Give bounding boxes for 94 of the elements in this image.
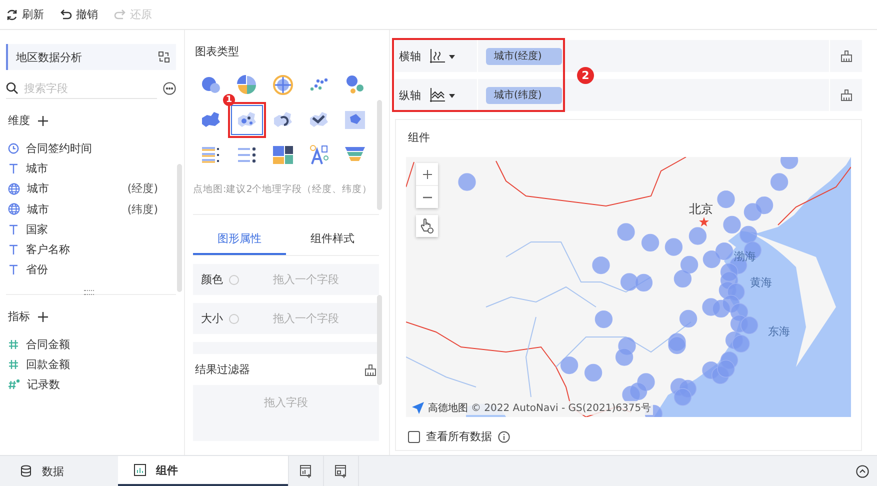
sea-label: 黄海	[750, 275, 772, 290]
navigation-arrow-icon	[411, 401, 425, 415]
broom-icon[interactable]	[364, 364, 377, 376]
refresh-icon	[6, 8, 18, 20]
resize-handle[interactable]	[84, 290, 94, 296]
map-view[interactable]: 北京 渤海 黄海 东海 高德地图 © 2022 AutoNavi - GS(2021)6375号	[406, 157, 851, 417]
switch-icon[interactable]	[158, 51, 170, 63]
field-name[interactable]: 回款金额	[26, 357, 158, 372]
broom-icon[interactable]	[840, 50, 852, 62]
pointer-tool-button[interactable]	[416, 215, 438, 237]
field-name[interactable]: 城市	[26, 160, 158, 176]
text-type-icon	[8, 162, 19, 174]
drop-hint: 拖入字段	[264, 396, 308, 409]
add-icon[interactable]	[38, 312, 48, 322]
clock-icon	[8, 142, 19, 154]
add-widget-icon	[334, 464, 348, 478]
property-tab[interactable]: 组件样式	[286, 225, 379, 253]
capital-star-icon	[699, 217, 709, 227]
undo-button[interactable]: 撤销	[60, 7, 98, 22]
point-map-icon[interactable]	[231, 105, 263, 135]
search-icon	[6, 82, 18, 94]
field-name[interactable]: 记录数	[27, 377, 158, 392]
property-label: 颜色	[201, 272, 223, 287]
dataset-title: 地区数据分析	[16, 50, 82, 64]
section-title: 指标	[8, 309, 30, 324]
globe-icon	[8, 203, 20, 216]
field-name[interactable]: 城市	[27, 202, 120, 217]
drop-hint: 拖入一个字段	[273, 272, 339, 287]
axis-label: 纵轴	[398, 88, 422, 102]
more-icon[interactable]	[163, 82, 176, 95]
database-icon	[20, 465, 32, 477]
map-provider: 高德地图	[428, 402, 468, 415]
chart-hint: 点地图:建议2个地理字段（经度、纬度）	[193, 183, 374, 196]
sea-label: 东海	[768, 324, 790, 339]
globe-icon	[8, 182, 20, 195]
field-name[interactable]: 省份	[26, 262, 158, 278]
checkbox[interactable]	[408, 430, 420, 442]
field-name[interactable]: 合同金额	[26, 336, 158, 352]
text-type-icon	[8, 244, 19, 256]
plus-icon	[422, 170, 432, 178]
panel-title: 图表类型	[195, 44, 240, 59]
text-type-icon	[8, 264, 19, 276]
field-name[interactable]: 城市	[27, 181, 120, 196]
hash-star-icon	[8, 379, 20, 390]
field-pill[interactable]: 城市(纬度)	[486, 86, 562, 104]
field-suffix: (经度)	[127, 181, 158, 196]
axis-type-dropdown[interactable]	[429, 40, 478, 72]
treemap-icon[interactable]	[271, 143, 295, 167]
property-drop-zone[interactable]: 颜色 拖入一个字段	[193, 264, 379, 295]
field-name[interactable]: 客户名称	[26, 242, 158, 258]
field-name[interactable]: 合同签约时间	[26, 140, 158, 156]
heat-map-icon[interactable]	[343, 108, 367, 132]
undo-icon	[60, 8, 72, 20]
bottom-tab[interactable]: 组件	[118, 456, 288, 486]
scrollbar[interactable]	[177, 164, 182, 292]
radial-chart-icon[interactable]	[271, 73, 295, 97]
field-name[interactable]: 国家	[26, 222, 158, 237]
add-component-button[interactable]	[288, 456, 324, 486]
callout-badge: 1	[223, 94, 235, 106]
sea-label: 渤海	[734, 249, 756, 264]
drop-hint: 拖入一个字段	[273, 311, 339, 326]
hand-icon	[420, 218, 434, 234]
broom-icon[interactable]	[840, 89, 852, 101]
filter-title: 结果过滤器	[195, 362, 250, 377]
bottom-tab[interactable]: 数据	[0, 456, 110, 486]
search-field[interactable]: 搜索字段	[24, 82, 144, 94]
field-suffix: (纬度)	[127, 202, 158, 217]
pie-chart-icon[interactable]	[235, 73, 259, 97]
text-type-icon	[8, 224, 19, 235]
city-label: 北京	[689, 201, 713, 218]
component-title: 组件	[408, 130, 431, 145]
field-pill[interactable]: 城市(经度)	[486, 48, 562, 64]
line-chart-icon	[429, 48, 446, 64]
refresh-button[interactable]: 刷新	[6, 7, 44, 22]
checkbox-label[interactable]: 查看所有数据	[426, 429, 492, 444]
scrollbar[interactable]	[377, 295, 382, 385]
add-chart-icon	[300, 464, 312, 478]
copyright-text: © 2022 AutoNavi - GS(2021)6375号	[471, 402, 652, 415]
axis-label: 横轴	[398, 48, 422, 64]
hash-icon	[8, 359, 19, 370]
add-icon[interactable]	[38, 116, 48, 126]
hash-icon	[8, 338, 19, 350]
property-drop-zone[interactable]: 大小 拖入一个字段	[193, 303, 379, 334]
line-chart-icon	[429, 87, 446, 103]
info-icon[interactable]	[498, 430, 510, 442]
chevron-up-icon	[856, 464, 868, 478]
property-tab[interactable]: 图形属性	[193, 225, 286, 255]
word-cloud-icon[interactable]	[307, 143, 331, 167]
property-label: 大小	[201, 311, 223, 326]
redo-icon	[114, 8, 126, 20]
axis-type-dropdown[interactable]	[429, 79, 478, 111]
section-title: 维度	[8, 113, 30, 128]
bar-chart-icon	[134, 464, 146, 476]
scrollbar[interactable]	[377, 100, 382, 210]
